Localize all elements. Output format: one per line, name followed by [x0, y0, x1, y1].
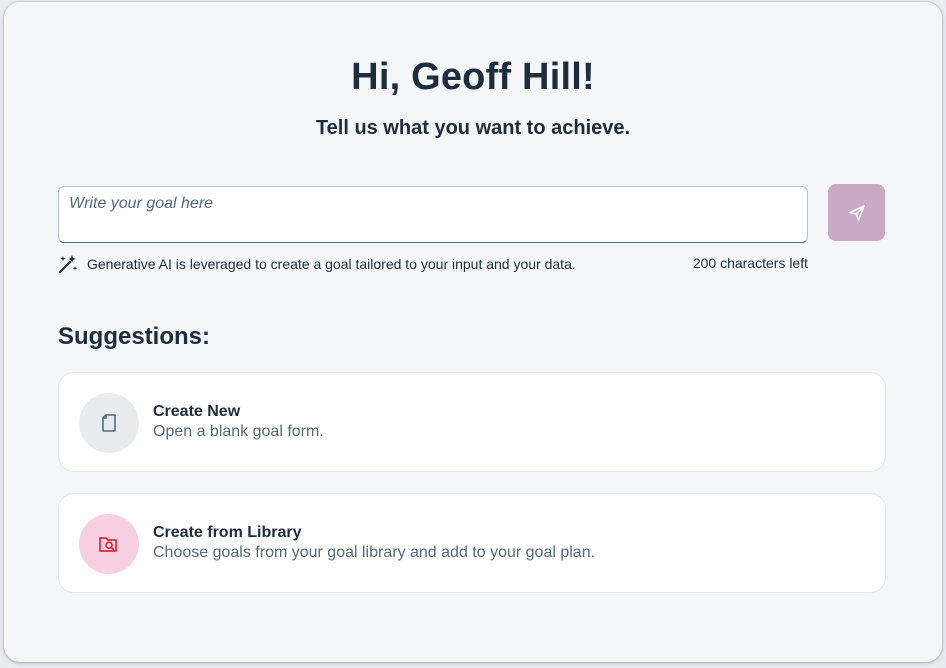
send-button[interactable]: [828, 184, 885, 241]
suggestion-create-new[interactable]: Create New Open a blank goal form.: [58, 372, 886, 472]
ai-disclaimer-text: Generative AI is leveraged to create a g…: [87, 256, 576, 272]
ai-sparkle-icon: [57, 253, 79, 275]
create-from-library-description: Choose goals from your goal library and …: [153, 544, 596, 561]
ai-disclaimer: Generative AI is leveraged to create a g…: [57, 253, 576, 275]
goal-input-field[interactable]: [58, 186, 808, 243]
create-new-description: Open a blank goal form.: [153, 423, 324, 440]
greeting-title: Hi, Geoff Hill!: [351, 56, 595, 98]
goal-input[interactable]: [59, 187, 807, 242]
suggestions-heading: Suggestions:: [58, 323, 211, 350]
send-icon: [847, 203, 867, 223]
character-counter: 200 characters left: [692, 255, 808, 271]
library-search-icon: [97, 532, 121, 556]
greeting-subtitle: Tell us what you want to achieve.: [315, 117, 631, 139]
create-new-title: Create New: [153, 403, 241, 420]
library-icon-circle: [79, 514, 139, 574]
create-from-library-title: Create from Library: [153, 524, 302, 541]
suggestion-create-from-library[interactable]: Create from Library Choose goals from yo…: [58, 493, 886, 593]
create-new-icon-circle: [79, 393, 139, 453]
goal-assistant-dialog: Hi, Geoff Hill! Tell us what you want to…: [4, 2, 942, 662]
document-icon: [98, 412, 120, 434]
